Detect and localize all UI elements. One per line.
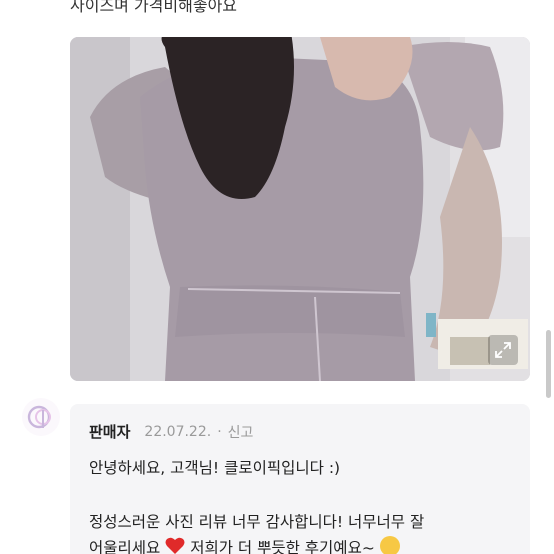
review-photo[interactable] [70, 37, 530, 381]
scrollbar[interactable] [546, 330, 551, 398]
reply-line-2: 정성스러운 사진 리뷰 너무 감사합니다! 너무너무 잘 [89, 513, 425, 531]
reply-line-3: 어울리세요 저희가 더 뿌듯한 후기예요~ [89, 536, 400, 554]
separator: · [217, 423, 222, 440]
review-photo-image [70, 37, 530, 381]
reply-line-3b: 저희가 더 뿌듯한 후기예요~ [190, 539, 375, 554]
report-link[interactable]: 신고 [228, 422, 254, 442]
expand-icon [495, 342, 511, 358]
reply-date: 22.07.22. [144, 423, 212, 440]
seller-label[interactable]: 판매자 [89, 421, 130, 442]
review-text: 사이즈며 가격비해좋아요 [70, 0, 238, 15]
reply-header: 판매자 22.07.22. · 신고 [89, 421, 253, 442]
heart-icon [165, 537, 185, 554]
reply-line-3a: 어울리세요 [89, 539, 161, 554]
expand-button[interactable] [488, 335, 518, 365]
seller-logo-icon [27, 405, 51, 429]
teary-face-icon [379, 536, 400, 554]
seller-avatar[interactable] [22, 398, 60, 436]
reply-line-1: 안녕하세요, 고객님! 클로이픽입니다 :) [89, 459, 341, 477]
seller-reply: 판매자 22.07.22. · 신고 안녕하세요, 고객님! 클로이픽입니다 :… [70, 404, 530, 554]
